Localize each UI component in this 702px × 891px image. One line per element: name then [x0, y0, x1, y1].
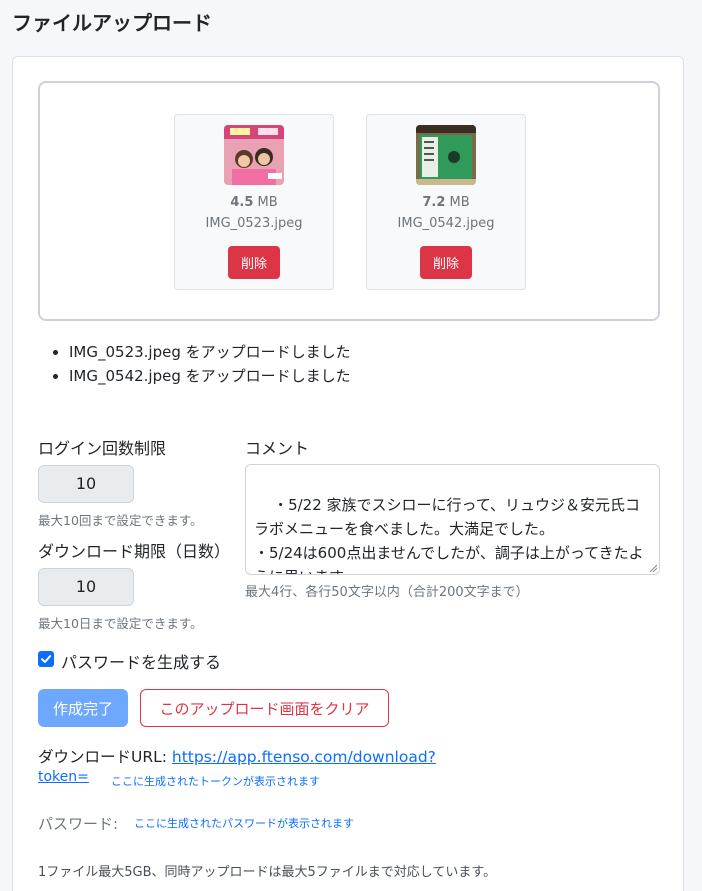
login-limit-hint: 最大10回まで設定できます。 — [38, 513, 203, 528]
upload-card: 4.5 MB IMG_0523.jpeg 削除 7.2 MB IMG_0542.… — [12, 56, 684, 891]
delete-file-button[interactable]: 削除 — [420, 246, 472, 279]
image-thumbnail — [416, 125, 476, 185]
delete-file-button[interactable]: 削除 — [228, 246, 280, 279]
resize-grip-icon[interactable] — [649, 564, 657, 572]
password-placeholder: ここに生成されたパスワードが表示されます — [134, 817, 354, 830]
file-preview-card: 7.2 MB IMG_0542.jpeg 削除 — [366, 114, 526, 290]
download-url-label: ダウンロードURL: — [38, 748, 172, 766]
check-icon — [41, 655, 52, 663]
file-size: 7.2 MB — [422, 195, 470, 210]
comment-textarea[interactable]: ・5/22 家族でスシローに行って、リュウジ＆安元氏コラボメニューを食べました。… — [245, 464, 660, 575]
download-url-line: ダウンロードURL: https://app.ftenso.com/downlo… — [38, 745, 436, 767]
password-label: パスワード: — [38, 815, 119, 833]
generate-password-checkbox[interactable] — [38, 651, 54, 667]
comment-hint: 最大4行、各行50文字以内（合計200文字まで） — [245, 585, 529, 600]
download-url-link[interactable]: https://app.ftenso.com/download? — [172, 748, 436, 766]
file-preview-card: 4.5 MB IMG_0523.jpeg 削除 — [174, 114, 334, 290]
download-url-token[interactable]: token= — [38, 769, 89, 785]
download-limit-input[interactable]: 10 — [38, 568, 134, 606]
download-limit-label: ダウンロード期限（日数） — [38, 542, 231, 561]
clear-upload-button[interactable]: このアップロード画面をクリア — [140, 689, 389, 727]
download-url-token-line: token= — [38, 769, 89, 785]
list-item: IMG_0542.jpeg をアップロードしました — [38, 364, 351, 388]
comment-label: コメント — [245, 439, 310, 458]
file-dropzone[interactable]: 4.5 MB IMG_0523.jpeg 削除 7.2 MB IMG_0542.… — [38, 81, 660, 321]
file-name: IMG_0523.jpeg — [205, 216, 303, 231]
image-thumbnail — [224, 125, 284, 185]
login-limit-input[interactable]: 10 — [38, 465, 134, 503]
comment-text: ・5/22 家族でスシローに行って、リュウジ＆安元氏コラボメニューを食べました。… — [254, 496, 644, 574]
token-placeholder: ここに生成されたトークンが表示されます — [111, 775, 320, 788]
file-name: IMG_0542.jpeg — [397, 216, 495, 231]
login-limit-label: ログイン回数制限 — [38, 439, 167, 458]
footer-note: 1ファイル最大5GB、同時アップロードは最大5ファイルまで対応しています。 — [38, 865, 497, 880]
file-size: 4.5 MB — [230, 195, 278, 210]
complete-button[interactable]: 作成完了 — [38, 689, 128, 727]
page-title: ファイルアップロード — [12, 11, 212, 35]
generate-password-label[interactable]: パスワードを生成する — [61, 649, 221, 673]
download-limit-hint: 最大10日まで設定できます。 — [38, 616, 203, 631]
list-item: IMG_0523.jpeg をアップロードしました — [38, 340, 351, 364]
upload-log: IMG_0523.jpeg をアップロードしました IMG_0542.jpeg … — [38, 340, 351, 388]
